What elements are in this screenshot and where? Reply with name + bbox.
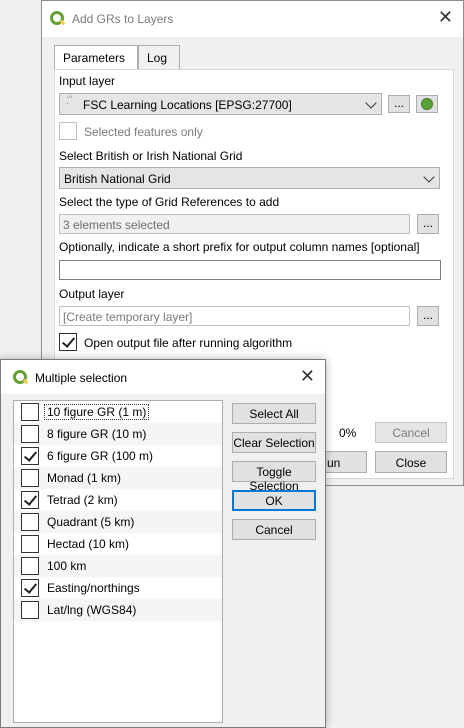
list-item[interactable]: Tetrad (2 km) [14,489,222,511]
prefix-input[interactable] [59,260,441,280]
output-layer-input[interactable]: [Create temporary layer] [59,306,410,326]
item-checkbox[interactable] [21,425,39,443]
item-checkbox[interactable] [21,513,39,531]
list-item[interactable]: Monad (1 km) [14,467,222,489]
tab-label: Log [147,51,168,65]
item-label: Tetrad (2 km) [47,493,118,507]
list-item[interactable]: 100 km [14,555,222,577]
item-label: 6 figure GR (100 m) [47,449,154,463]
qgis-logo-icon [50,11,64,25]
output-placeholder: [Create temporary layer] [63,310,193,324]
item-checkbox[interactable] [21,469,39,487]
open-output-checkbox[interactable] [59,333,77,351]
cancel-run-button[interactable]: Cancel [375,422,447,443]
input-layer-label: Input layer [59,74,116,88]
refresh-icon [421,98,433,110]
prefix-label: Optionally, indicate a short prefix for … [59,240,420,254]
dialog-title: Add GRs to Layers [72,12,174,26]
grid-label: Select British or Irish National Grid [59,149,243,163]
qgis-logo-icon [13,370,27,384]
multiple-selection-dialog: Multiple selection ✕ 10 figure GR (1 m) … [0,359,326,728]
chevron-down-icon [365,97,377,109]
item-label: Hectad (10 km) [47,537,130,551]
selected-features-checkbox[interactable] [59,122,77,140]
iterate-button[interactable] [416,95,438,113]
input-layer-browse-button[interactable]: ... [388,95,410,113]
item-label: Monad (1 km) [47,471,122,485]
cancel-button[interactable]: Cancel [232,519,316,540]
selection-list[interactable]: 10 figure GR (1 m) 8 figure GR (10 m) 6 … [13,400,223,723]
item-label: Easting/northings [47,581,140,595]
list-item[interactable]: 10 figure GR (1 m) [14,401,222,423]
item-checkbox[interactable] [21,447,39,465]
checkmark-icon [61,334,76,348]
close-icon[interactable]: ✕ [300,367,315,385]
list-item[interactable]: 6 figure GR (100 m) [14,445,222,467]
item-checkbox[interactable] [21,579,39,597]
checkmark-icon [23,580,38,594]
run-label: un [327,456,341,470]
item-checkbox[interactable] [21,491,39,509]
clear-selection-button[interactable]: Clear Selection [232,432,316,453]
open-output-label: Open output file after running algorithm [84,336,293,350]
toggle-selection-button[interactable]: Toggle Selection [232,461,316,493]
grid-combo[interactable]: British National Grid [59,167,440,189]
item-label: Quadrant (5 km) [47,515,135,529]
gr-type-value: 3 elements selected [63,218,170,232]
list-item[interactable]: Hectad (10 km) [14,533,222,555]
gr-type-label: Select the type of Grid References to ad… [59,195,280,209]
title-bar[interactable]: Add GRs to Layers ✕ [42,1,463,37]
item-label: 10 figure GR (1 m) [43,404,150,420]
gr-type-field: 3 elements selected [59,214,410,234]
input-layer-combo[interactable]: ⁚˚ FSC Learning Locations [EPSG:27700] [59,93,382,115]
checkmark-icon [23,492,38,506]
gr-type-browse-button[interactable]: ... [417,214,439,234]
item-checkbox[interactable] [21,601,39,619]
item-label: Lat/lng (WGS84) [47,603,137,617]
close-button[interactable]: Close [375,451,447,473]
list-item[interactable]: Quadrant (5 km) [14,511,222,533]
list-item[interactable]: Lat/lng (WGS84) [14,599,222,621]
close-icon[interactable]: ✕ [438,8,453,26]
select-all-button[interactable]: Select All [232,403,316,424]
selected-features-label: Selected features only [84,125,203,139]
tab-parameters[interactable]: Parameters [54,45,138,70]
tab-label: Parameters [63,51,126,65]
item-label: 8 figure GR (10 m) [47,427,147,441]
output-browse-button[interactable]: ... [417,306,439,326]
input-layer-value: FSC Learning Locations [EPSG:27700] [83,98,292,112]
list-item[interactable]: Easting/northings [14,577,222,599]
checkmark-icon [23,448,38,462]
title-bar[interactable]: Multiple selection ✕ [1,360,325,394]
item-checkbox[interactable] [21,557,39,575]
list-item[interactable]: 8 figure GR (10 m) [14,423,222,445]
output-layer-label: Output layer [59,287,125,301]
grid-value: British National Grid [64,172,171,186]
chevron-down-icon [423,171,435,183]
dialog-title: Multiple selection [35,371,128,385]
progress-text: 0% [339,426,357,440]
item-checkbox[interactable] [21,535,39,553]
point-layer-icon: ⁚˚ [66,96,73,107]
item-checkbox[interactable] [21,403,39,421]
tab-log[interactable]: Log [138,45,180,69]
item-label: 100 km [47,559,87,573]
ok-button[interactable]: OK [232,490,316,511]
